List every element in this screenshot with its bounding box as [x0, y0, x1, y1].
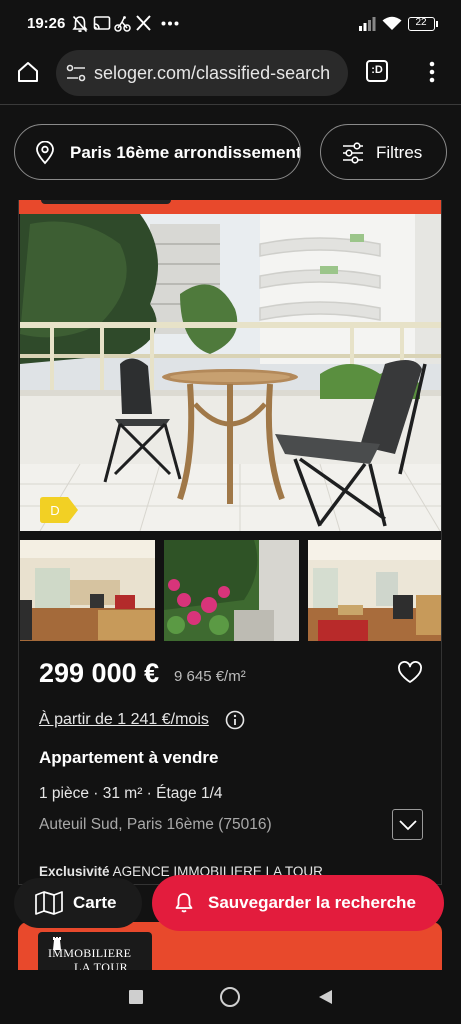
map-button-label: Carte [73, 893, 117, 912]
main-photo[interactable]: D [20, 214, 441, 531]
price-per-square-meter: 9 645 €/m² [174, 668, 246, 685]
location-search-button[interactable]: Paris 16ème arrondissement [14, 124, 301, 180]
tab-label: :D [371, 64, 383, 76]
x-logo-icon [136, 15, 151, 31]
browser-toolbar: seloger.com/classified-search :D [0, 48, 461, 104]
save-search-button[interactable]: Sauvegarder la recherche [152, 875, 444, 931]
chevron-down-icon [399, 820, 417, 831]
thumbnail-living-room[interactable] [20, 540, 155, 641]
location-pin-icon [36, 141, 54, 165]
filters-button[interactable]: Filtres [320, 124, 447, 180]
tab-switcher-icon[interactable]: :D [366, 60, 388, 82]
home-icon[interactable] [16, 60, 40, 84]
site-settings-icon[interactable] [66, 64, 86, 82]
cast-icon [93, 16, 111, 30]
recents-icon[interactable] [129, 990, 143, 1004]
silent-bell-icon [72, 15, 88, 33]
energy-class-badge: D [40, 497, 78, 523]
agency-logo: IMMOBILIERE LA TOUR [38, 932, 152, 970]
battery-tip [436, 21, 438, 27]
expand-details-button[interactable] [392, 809, 423, 840]
home-nav-icon[interactable] [220, 987, 240, 1007]
system-nav-bar [0, 970, 461, 1024]
status-bar: 19:26 22 [0, 0, 461, 48]
favorite-heart-icon[interactable] [397, 661, 423, 685]
url-text: seloger.com/classified-search [94, 63, 331, 83]
toolbar-divider [0, 104, 461, 105]
info-icon[interactable] [225, 710, 245, 730]
property-specs: 1 pièce · 31 m² · Étage 1/4 [39, 785, 223, 802]
more-dots-icon [161, 21, 179, 26]
location-label: Paris 16ème arrondissement [70, 143, 301, 162]
thumbnail-garden[interactable] [164, 540, 299, 641]
signal-icon [359, 17, 376, 31]
back-icon[interactable] [318, 989, 333, 1005]
thumbnail-bedroom[interactable] [308, 540, 441, 641]
logo-line-2: LA TOUR [74, 960, 129, 970]
card-top-badge [41, 200, 171, 204]
map-icon [35, 891, 63, 915]
battery-icon: 22 [408, 17, 435, 31]
monthly-payment-link[interactable]: À partir de 1 241 €/mois [39, 711, 209, 729]
bike-icon [114, 16, 131, 32]
property-address: Auteuil Sud, Paris 16ème (75016) [39, 816, 272, 833]
wifi-icon [382, 16, 402, 30]
save-search-label: Sauvegarder la recherche [208, 893, 416, 912]
listing-card[interactable]: D 299 000 € 9 645 €/m² À partir de 1 241… [18, 200, 442, 885]
bell-icon [175, 893, 193, 913]
price: 299 000 € [39, 658, 160, 688]
menu-dots-icon[interactable] [428, 61, 436, 83]
energy-class-letter: D [50, 503, 59, 518]
filters-icon [343, 142, 363, 164]
address-bar[interactable]: seloger.com/classified-search [56, 50, 348, 96]
clock: 19:26 [27, 15, 66, 32]
map-button[interactable]: Carte [14, 878, 142, 928]
battery-level: 22 [415, 17, 427, 28]
exclusivity-label: Exclusivité [39, 864, 110, 879]
logo-line-1: IMMOBILIERE [48, 946, 132, 960]
filters-label: Filtres [376, 143, 423, 162]
property-type: Appartement à vendre [39, 748, 219, 767]
